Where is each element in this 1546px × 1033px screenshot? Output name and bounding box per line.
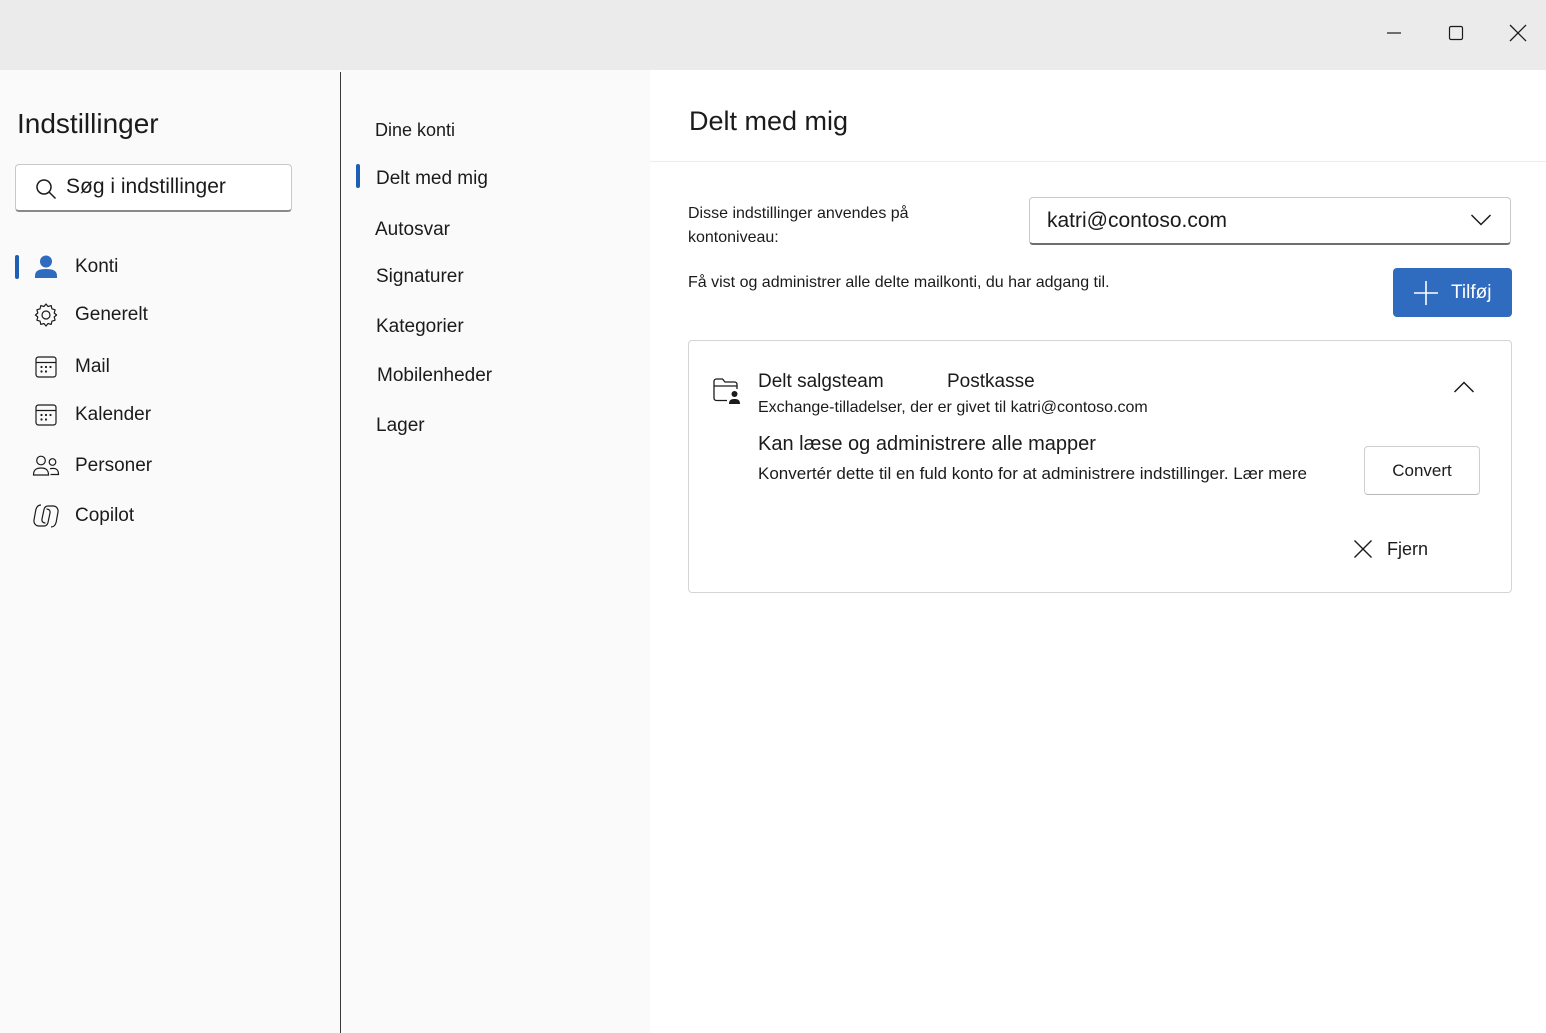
sidebar-item-copilot[interactable]: Copilot (24, 496, 324, 536)
chevron-down-icon (1470, 213, 1492, 232)
sidebar-item-personer[interactable]: Personer (24, 446, 324, 486)
account-select-value: katri@contoso.com (1047, 209, 1228, 232)
sidebar-item-label: Mail (75, 356, 110, 377)
person-icon (32, 253, 60, 281)
subnav-item-signaturer[interactable]: Signaturer (376, 266, 464, 288)
sidebar-item-label: Copilot (75, 505, 135, 526)
gear-icon (32, 301, 60, 329)
close-icon (1509, 24, 1527, 42)
search-input[interactable] (66, 175, 286, 199)
close-window-button[interactable] (1498, 14, 1538, 52)
shared-account-type: Postkasse (947, 371, 1035, 392)
remove-button[interactable]: Fjern (1353, 535, 1428, 563)
mail-grid-icon (32, 353, 60, 381)
calendar-icon (32, 401, 60, 429)
shared-account-name: Delt salgsteam (758, 371, 884, 392)
subnav-item-kategorier[interactable]: Kategorier (376, 316, 464, 338)
minimize-button[interactable] (1374, 14, 1414, 52)
sidebar-item-generelt[interactable]: Generelt (24, 295, 324, 335)
add-button-label: Tilføj (1451, 281, 1492, 303)
maximize-icon (1448, 25, 1464, 41)
shared-folder-icon (712, 377, 742, 410)
convert-description: Konvertér dette til en fuld konto for at… (758, 464, 1307, 483)
settings-sidebar: Indstillinger Konti Generelt Mail Kalend… (0, 70, 340, 1033)
permission-title: Kan læse og administrere alle mapper (758, 433, 1096, 455)
subnav-item-dine-konti[interactable]: Dine konti (375, 120, 455, 141)
sidebar-item-kalender[interactable]: Kalender (24, 395, 324, 435)
account-select[interactable]: katri@contoso.com (1029, 197, 1511, 245)
search-box[interactable] (15, 164, 292, 212)
close-icon (1353, 539, 1373, 559)
sidebar-item-label: Personer (75, 455, 153, 476)
subnav-item-autosvar[interactable]: Autosvar (375, 219, 450, 241)
subnav-item-delt-med-mig[interactable]: Delt med mig (376, 168, 488, 190)
settings-title: Indstillinger (17, 108, 159, 139)
sidebar-item-mail[interactable]: Mail (24, 347, 324, 387)
plus-icon (1413, 280, 1439, 306)
shared-account-card: Delt salgsteam Postkasse Exchange-tillad… (688, 340, 1512, 593)
sidebar-item-label: Generelt (75, 304, 148, 325)
add-button[interactable]: Tilføj (1393, 268, 1512, 317)
remove-button-label: Fjern (1387, 538, 1429, 559)
maximize-button[interactable] (1436, 14, 1476, 52)
copilot-icon (32, 502, 60, 530)
sidebar-item-konti[interactable]: Konti (24, 247, 324, 287)
selected-indicator (15, 255, 19, 279)
header-divider (650, 161, 1546, 162)
subnav-item-mobilenheder[interactable]: Mobilenheder (377, 365, 492, 387)
sidebar-item-label: Kalender (75, 404, 152, 425)
title-bar (0, 0, 1546, 70)
sidebar-item-label: Konti (75, 256, 119, 277)
subnav-pane (341, 70, 650, 1033)
people-icon (32, 452, 60, 480)
subnav-item-lager[interactable]: Lager (376, 415, 425, 437)
search-icon (35, 178, 57, 205)
page-title: Delt med mig (689, 106, 849, 136)
chevron-up-icon (1453, 381, 1475, 393)
shared-accounts-description: Få vist og administrer alle delte mailko… (688, 274, 1110, 291)
subnav-selected-indicator (356, 164, 360, 188)
permissions-note: Exchange-tilladelser, der er givet til k… (758, 399, 1148, 416)
minimize-icon (1387, 32, 1401, 34)
convert-button[interactable]: Convert (1364, 446, 1480, 495)
applies-label: Disse indstillinger anvendes på kontoniv… (688, 205, 909, 246)
collapse-button[interactable] (1449, 375, 1479, 399)
